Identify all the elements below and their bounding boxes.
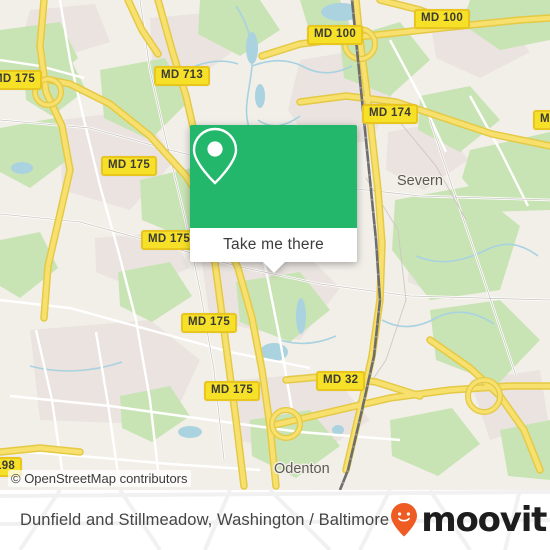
road-shield-md174[interactable]: MD 174: [362, 104, 419, 124]
road-shield-md100-a[interactable]: MD 100: [307, 25, 364, 45]
road-shield-md175-a[interactable]: MD 175: [0, 70, 43, 90]
road-shield-md-edge[interactable]: MD: [533, 110, 550, 130]
moovit-station-map-card: MD 175 MD 713 MD 100 MD 100 MD 174 MD MD…: [0, 0, 550, 550]
moovit-smiley-pin-icon: [391, 503, 418, 537]
popup-pointer-tail: [262, 262, 285, 273]
footer-bar: Dunfield and Stillmeadow, Washington / B…: [0, 490, 550, 550]
moovit-wordmark: moovit: [421, 500, 547, 540]
road-shield-md175-d[interactable]: MD 175: [181, 313, 238, 333]
map-pin-icon: [192, 127, 238, 185]
popup-action-panel[interactable]: Take me there: [190, 228, 357, 262]
popup-icon-panel: [190, 125, 357, 228]
road-shield-md100-b[interactable]: MD 100: [414, 9, 471, 29]
place-label-severn: Severn: [397, 173, 443, 189]
road-shield-md175-e[interactable]: MD 175: [204, 381, 261, 401]
road-shield-md713[interactable]: MD 713: [154, 66, 211, 86]
station-popup-card[interactable]: Take me there: [190, 125, 357, 273]
moovit-brand[interactable]: moovit: [389, 500, 547, 540]
place-label-odenton: Odenton: [274, 461, 330, 477]
take-me-there-label: Take me there: [223, 236, 324, 253]
road-shield-md175-c[interactable]: MD 175: [141, 230, 198, 250]
osm-attribution[interactable]: © OpenStreetMap contributors: [8, 470, 191, 487]
station-title: Dunfield and Stillmeadow, Washington / B…: [20, 510, 390, 529]
road-shield-md175-b[interactable]: MD 175: [101, 156, 158, 176]
map-canvas[interactable]: MD 175 MD 713 MD 100 MD 100 MD 174 MD MD…: [0, 0, 550, 490]
footer-content: Dunfield and Stillmeadow, Washington / B…: [0, 490, 550, 550]
road-shield-md32[interactable]: MD 32: [316, 371, 366, 391]
